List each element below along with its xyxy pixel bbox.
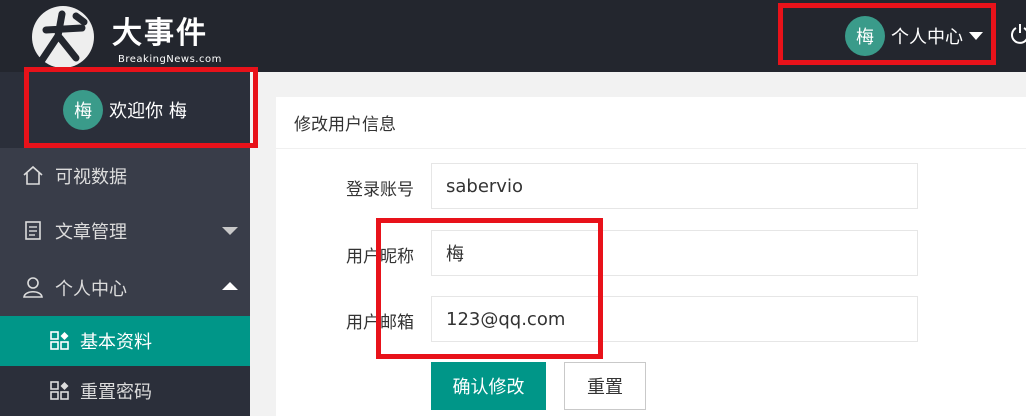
account-field[interactable] <box>431 163 918 209</box>
user-center-label: 个人中心 <box>891 27 963 48</box>
submenu: 基本资料 重置密码 <box>0 316 250 416</box>
chevron-up-icon <box>222 282 238 290</box>
nickname-label: 用户昵称 <box>346 247 414 267</box>
sidebar-item-basic-profile[interactable]: 基本资料 <box>0 316 250 366</box>
sidebar-item-user-center[interactable]: 个人中心 <box>0 260 250 316</box>
user-center-menu[interactable]: 梅 个人中心 <box>845 16 983 56</box>
chevron-down-icon <box>222 227 238 235</box>
grid-icon <box>50 381 70 401</box>
account-label: 登录账号 <box>346 180 414 200</box>
sidebar-item-dashboard[interactable]: 可视数据 <box>0 148 250 204</box>
home-icon <box>22 164 44 186</box>
sidebar-item-reset-password[interactable]: 重置密码 <box>0 366 250 416</box>
sidebar-item-label: 重置密码 <box>80 382 152 403</box>
logo-subtitle: BreakingNews.com <box>118 54 222 65</box>
grid-icon <box>50 331 70 351</box>
profile-card: 修改用户信息 登录账号 用户昵称 用户邮箱 确认修改 重置 <box>276 97 1026 416</box>
sidebar: 梅 欢迎你 梅 可视数据 文章管理 个人中心 基本资料 重置密码 <box>0 72 250 416</box>
avatar: 梅 <box>845 16 885 56</box>
sidebar-item-label: 个人中心 <box>55 279 127 300</box>
submit-button[interactable]: 确认修改 <box>431 362 546 410</box>
sidebar-item-articles[interactable]: 文章管理 <box>0 203 250 259</box>
logo-title: 大事件 <box>112 16 208 51</box>
user-icon <box>22 276 44 298</box>
avatar: 梅 <box>63 90 104 130</box>
power-icon[interactable] <box>1010 23 1026 49</box>
welcome-panel: 梅 欢迎你 梅 <box>0 72 250 148</box>
sidebar-item-label: 文章管理 <box>55 222 127 243</box>
document-icon <box>22 219 44 241</box>
email-field[interactable] <box>431 296 918 342</box>
email-label: 用户邮箱 <box>346 313 414 333</box>
reset-button[interactable]: 重置 <box>564 362 646 410</box>
sidebar-item-label: 基本资料 <box>80 332 152 353</box>
sidebar-item-label: 可视数据 <box>55 167 127 188</box>
chevron-down-icon <box>969 32 983 40</box>
logo[interactable]: 大事件 BreakingNews.com <box>30 2 230 68</box>
logo-icon <box>32 6 94 68</box>
card-title: 修改用户信息 <box>276 97 1026 149</box>
nickname-field[interactable] <box>431 230 918 276</box>
welcome-text: 欢迎你 梅 <box>109 101 187 122</box>
top-header: 大事件 BreakingNews.com 梅 个人中心 <box>0 0 1026 72</box>
